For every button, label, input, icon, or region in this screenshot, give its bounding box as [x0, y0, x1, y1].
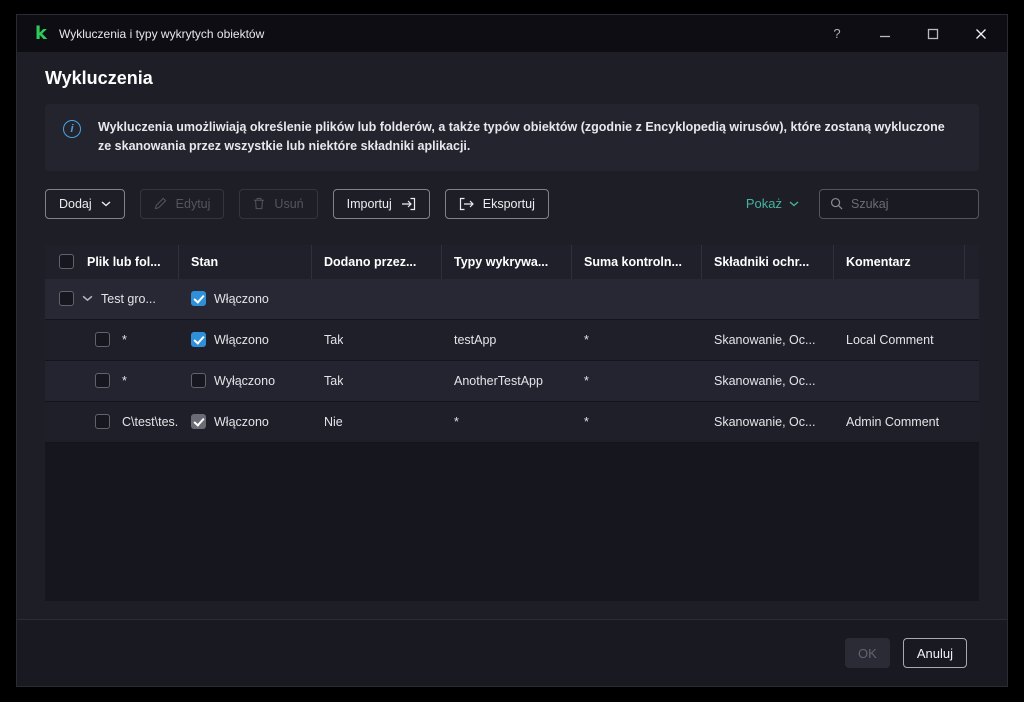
row-added-by: Tak: [324, 373, 344, 388]
row-state-checkbox[interactable]: [191, 373, 206, 389]
help-button[interactable]: ?: [829, 26, 845, 42]
table-row[interactable]: * Włączono Tak testApp * Skanowanie, Oc.…: [45, 319, 979, 361]
pencil-icon: [154, 197, 167, 210]
show-dropdown[interactable]: Pokaż: [746, 196, 799, 211]
close-icon: [976, 28, 986, 39]
trash-icon: [254, 198, 265, 210]
minus-icon: [880, 35, 890, 37]
header-file-label: Plik lub fol...: [87, 254, 161, 269]
add-button[interactable]: Dodaj: [45, 188, 125, 219]
edit-button-label: Edytuj: [175, 196, 211, 211]
header-types: Typy wykrywa...: [442, 244, 572, 279]
table-group-row[interactable]: Test gro... Włączono: [45, 278, 979, 320]
window-controls: ?: [829, 26, 989, 42]
info-text: Wykluczenia umożliwiają określenie plikó…: [98, 120, 945, 154]
cancel-button[interactable]: Anuluj: [902, 638, 967, 668]
minimize-button[interactable]: [877, 26, 893, 42]
header-checksum: Suma kontroln...: [572, 244, 702, 279]
row-state-checkbox[interactable]: [191, 332, 206, 348]
row-components: Skanowanie, Oc...: [714, 373, 816, 388]
kaspersky-logo-icon: k: [35, 22, 47, 44]
row-file: *: [122, 332, 127, 347]
delete-button-label: Usuń: [274, 196, 304, 211]
import-button-label: Importuj: [346, 196, 392, 211]
table-row[interactable]: * Wyłączono Tak AnotherTestApp * Skanowa…: [45, 360, 979, 402]
header-added-by: Dodano przez...: [312, 244, 442, 279]
dialog-footer: OK Anuluj: [17, 619, 1007, 686]
header-scrollbar-spacer: [965, 245, 979, 279]
row-select-checkbox[interactable]: [95, 414, 110, 430]
row-comment: Local Comment: [846, 332, 934, 347]
row-state-label: Wyłączono: [214, 373, 276, 388]
table-row[interactable]: C\test\tes... Włączono Nie * * Skanowani…: [45, 401, 979, 443]
edit-button[interactable]: Edytuj: [139, 188, 225, 219]
group-state-checkbox[interactable]: [191, 291, 206, 307]
page-title: Wykluczenia: [45, 68, 153, 88]
titlebar: k Wykluczenia i typy wykrytych obiektów …: [17, 15, 1007, 52]
row-select-checkbox[interactable]: [95, 332, 110, 348]
row-checksum: *: [584, 332, 589, 347]
maximize-button[interactable]: [925, 26, 941, 42]
info-icon: i: [63, 120, 81, 138]
row-checksum: *: [584, 373, 589, 388]
add-button-label: Dodaj: [59, 196, 92, 211]
export-button[interactable]: Eksportuj: [444, 188, 549, 219]
info-banner: i Wykluczenia umożliwiają określenie pli…: [45, 104, 979, 171]
toolbar-right: Pokaż: [746, 188, 979, 219]
export-button-label: Eksportuj: [482, 196, 535, 211]
row-file: *: [122, 373, 127, 388]
export-icon: [459, 197, 474, 210]
exclusions-table: Plik lub fol... Stan Dodano przez... Typ…: [45, 244, 979, 601]
dialog-content: Wykluczenia i Wykluczenia umożliwiają ok…: [17, 52, 1007, 619]
row-comment: Admin Comment: [846, 414, 940, 429]
toolbar: Dodaj Edytuj Usuń Importuj Eksportuj Pok…: [45, 188, 979, 219]
table-header-row: Plik lub fol... Stan Dodano przez... Typ…: [45, 244, 979, 279]
header-comment: Komentarz: [834, 244, 965, 279]
select-all-checkbox[interactable]: [59, 254, 74, 270]
header-file: Plik lub fol...: [45, 244, 179, 279]
import-button[interactable]: Importuj: [332, 188, 430, 219]
row-file: C\test\tes...: [122, 414, 179, 429]
search-box: [819, 188, 979, 219]
row-added-by: Tak: [324, 332, 344, 347]
ok-button[interactable]: OK: [844, 638, 890, 668]
group-collapse-chevron-icon[interactable]: [82, 295, 93, 302]
row-state-label: Włączono: [214, 332, 269, 347]
delete-button[interactable]: Usuń: [239, 188, 318, 219]
row-components: Skanowanie, Oc...: [714, 332, 816, 347]
row-types: AnotherTestApp: [454, 373, 543, 388]
row-state-checkbox[interactable]: [191, 414, 206, 430]
row-components: Skanowanie, Oc...: [714, 414, 816, 429]
chevron-down-icon: [789, 201, 799, 207]
search-icon: [830, 198, 843, 210]
chevron-down-icon: [101, 201, 111, 207]
row-added-by: Nie: [324, 414, 343, 429]
close-button[interactable]: [973, 26, 989, 42]
group-select-checkbox[interactable]: [59, 291, 74, 307]
header-state: Stan: [179, 244, 312, 279]
row-types: *: [454, 414, 459, 429]
row-checksum: *: [584, 414, 589, 429]
row-state-label: Włączono: [214, 414, 269, 429]
row-select-checkbox[interactable]: [95, 373, 110, 389]
import-icon: [401, 197, 415, 210]
window-title: Wykluczenia i typy wykrytych obiektów: [58, 26, 265, 41]
search-input[interactable]: [851, 196, 968, 211]
row-types: testApp: [454, 332, 497, 347]
show-dropdown-label: Pokaż: [745, 196, 782, 212]
group-name: Test gro...: [101, 291, 156, 306]
group-state-label: Włączono: [214, 291, 269, 306]
header-components: Składniki ochr...: [702, 244, 834, 279]
square-icon: [927, 28, 939, 39]
app-window: k Wykluczenia i typy wykrytych obiektów …: [16, 14, 1008, 687]
table-body: Test gro... Włączono * Włączono Tak test…: [45, 278, 979, 443]
